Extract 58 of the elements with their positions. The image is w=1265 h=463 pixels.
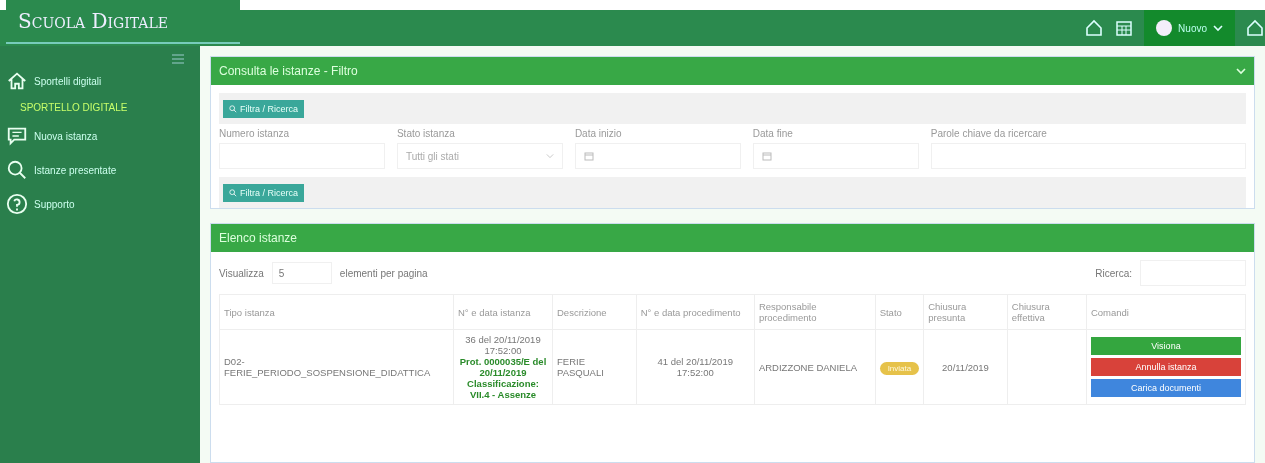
action-button[interactable]: Visiona	[1090, 337, 1241, 355]
panel-title: Consulta le istanze - Filtro	[219, 64, 358, 78]
logo-text: Scuola Digitale	[18, 9, 168, 33]
avatar-icon	[1156, 20, 1173, 36]
table-cell: ARDIZZONE DANIELA	[754, 329, 876, 405]
page-size-label: Visualizza	[219, 267, 264, 279]
column-header: Chiusura presunta	[923, 294, 1008, 330]
search-icon	[229, 189, 237, 197]
column-header: Tipo istanza	[219, 294, 454, 330]
page-size-suffix: elementi per pagina	[339, 267, 428, 279]
menu-icon[interactable]	[172, 54, 184, 64]
table-cell: 20/11/2019	[923, 329, 1008, 405]
home-icon	[6, 70, 28, 92]
panel-title: Elenco istanze	[219, 231, 298, 245]
date-field[interactable]	[574, 143, 741, 169]
column-header: Descrizione	[552, 294, 637, 330]
column-header: Stato	[875, 294, 924, 330]
help-icon	[6, 193, 28, 215]
column-header: N° e data istanza	[453, 294, 553, 330]
column-header: Comandi	[1086, 294, 1246, 330]
sidebar-item[interactable]: Supporto	[6, 187, 200, 221]
field-label: Numero istanza	[219, 128, 291, 139]
field-label: Parole chiave da ricercare	[930, 128, 1048, 139]
search-label: Ricerca:	[1095, 267, 1132, 279]
chevron-down-icon[interactable]	[1236, 66, 1246, 76]
table-cell: FERIE PASQUALI	[552, 329, 637, 405]
column-header: N° e data procedimento	[636, 294, 755, 330]
chat-icon	[6, 125, 28, 147]
column-header: Responsabile procedimento	[754, 294, 876, 330]
column-header: Chiusura effettiva	[1007, 294, 1087, 330]
home-icon[interactable]	[1084, 18, 1105, 38]
chevron-down-icon	[545, 152, 554, 160]
action-button[interactable]: Annulla istanza	[1090, 358, 1241, 376]
select-field[interactable]: Tutti gli stati	[396, 143, 563, 169]
status-badge: Inviata	[879, 361, 920, 375]
calendar-icon	[583, 151, 594, 161]
field-label: Stato istanza	[396, 128, 456, 139]
search-icon	[229, 105, 237, 113]
calendar-icon	[761, 151, 772, 161]
chevron-down-icon	[1213, 23, 1223, 33]
field-label: Data fine	[752, 128, 794, 139]
filter-button[interactable]: Filtra / Ricerca	[223, 100, 304, 118]
table-cell: 41 del 20/11/2019 17:52:00	[636, 329, 755, 405]
sidebar-item[interactable]: Istanze presentate	[6, 153, 200, 187]
table-cell: D02-FERIE_PERIODO_SOSPENSIONE_DIDATTICA	[219, 329, 454, 405]
field-label: Data inizio	[574, 128, 623, 139]
search-icon	[6, 159, 28, 181]
filter-button[interactable]: Filtra / Ricerca	[223, 184, 304, 202]
page-size-select[interactable]: 5	[271, 262, 332, 284]
calendar-icon[interactable]	[1114, 18, 1135, 38]
sidebar-section-title: SPORTELLO DIGITALE	[19, 101, 129, 115]
sidebar-item[interactable]: Sportelli digitali	[6, 64, 200, 98]
date-field[interactable]	[752, 143, 919, 169]
user-menu[interactable]: Nuovo	[1144, 10, 1235, 46]
sidebar-item[interactable]: Nuova istanza	[6, 119, 200, 153]
home-icon[interactable]	[1245, 18, 1265, 38]
action-button[interactable]: Carica documenti	[1090, 379, 1241, 397]
table-cell: 36 del 20/11/2019 17:52:00 Prot. 0000035/E del 20/11/2019 Classificazione: VII.4 - Assenze	[453, 329, 553, 405]
